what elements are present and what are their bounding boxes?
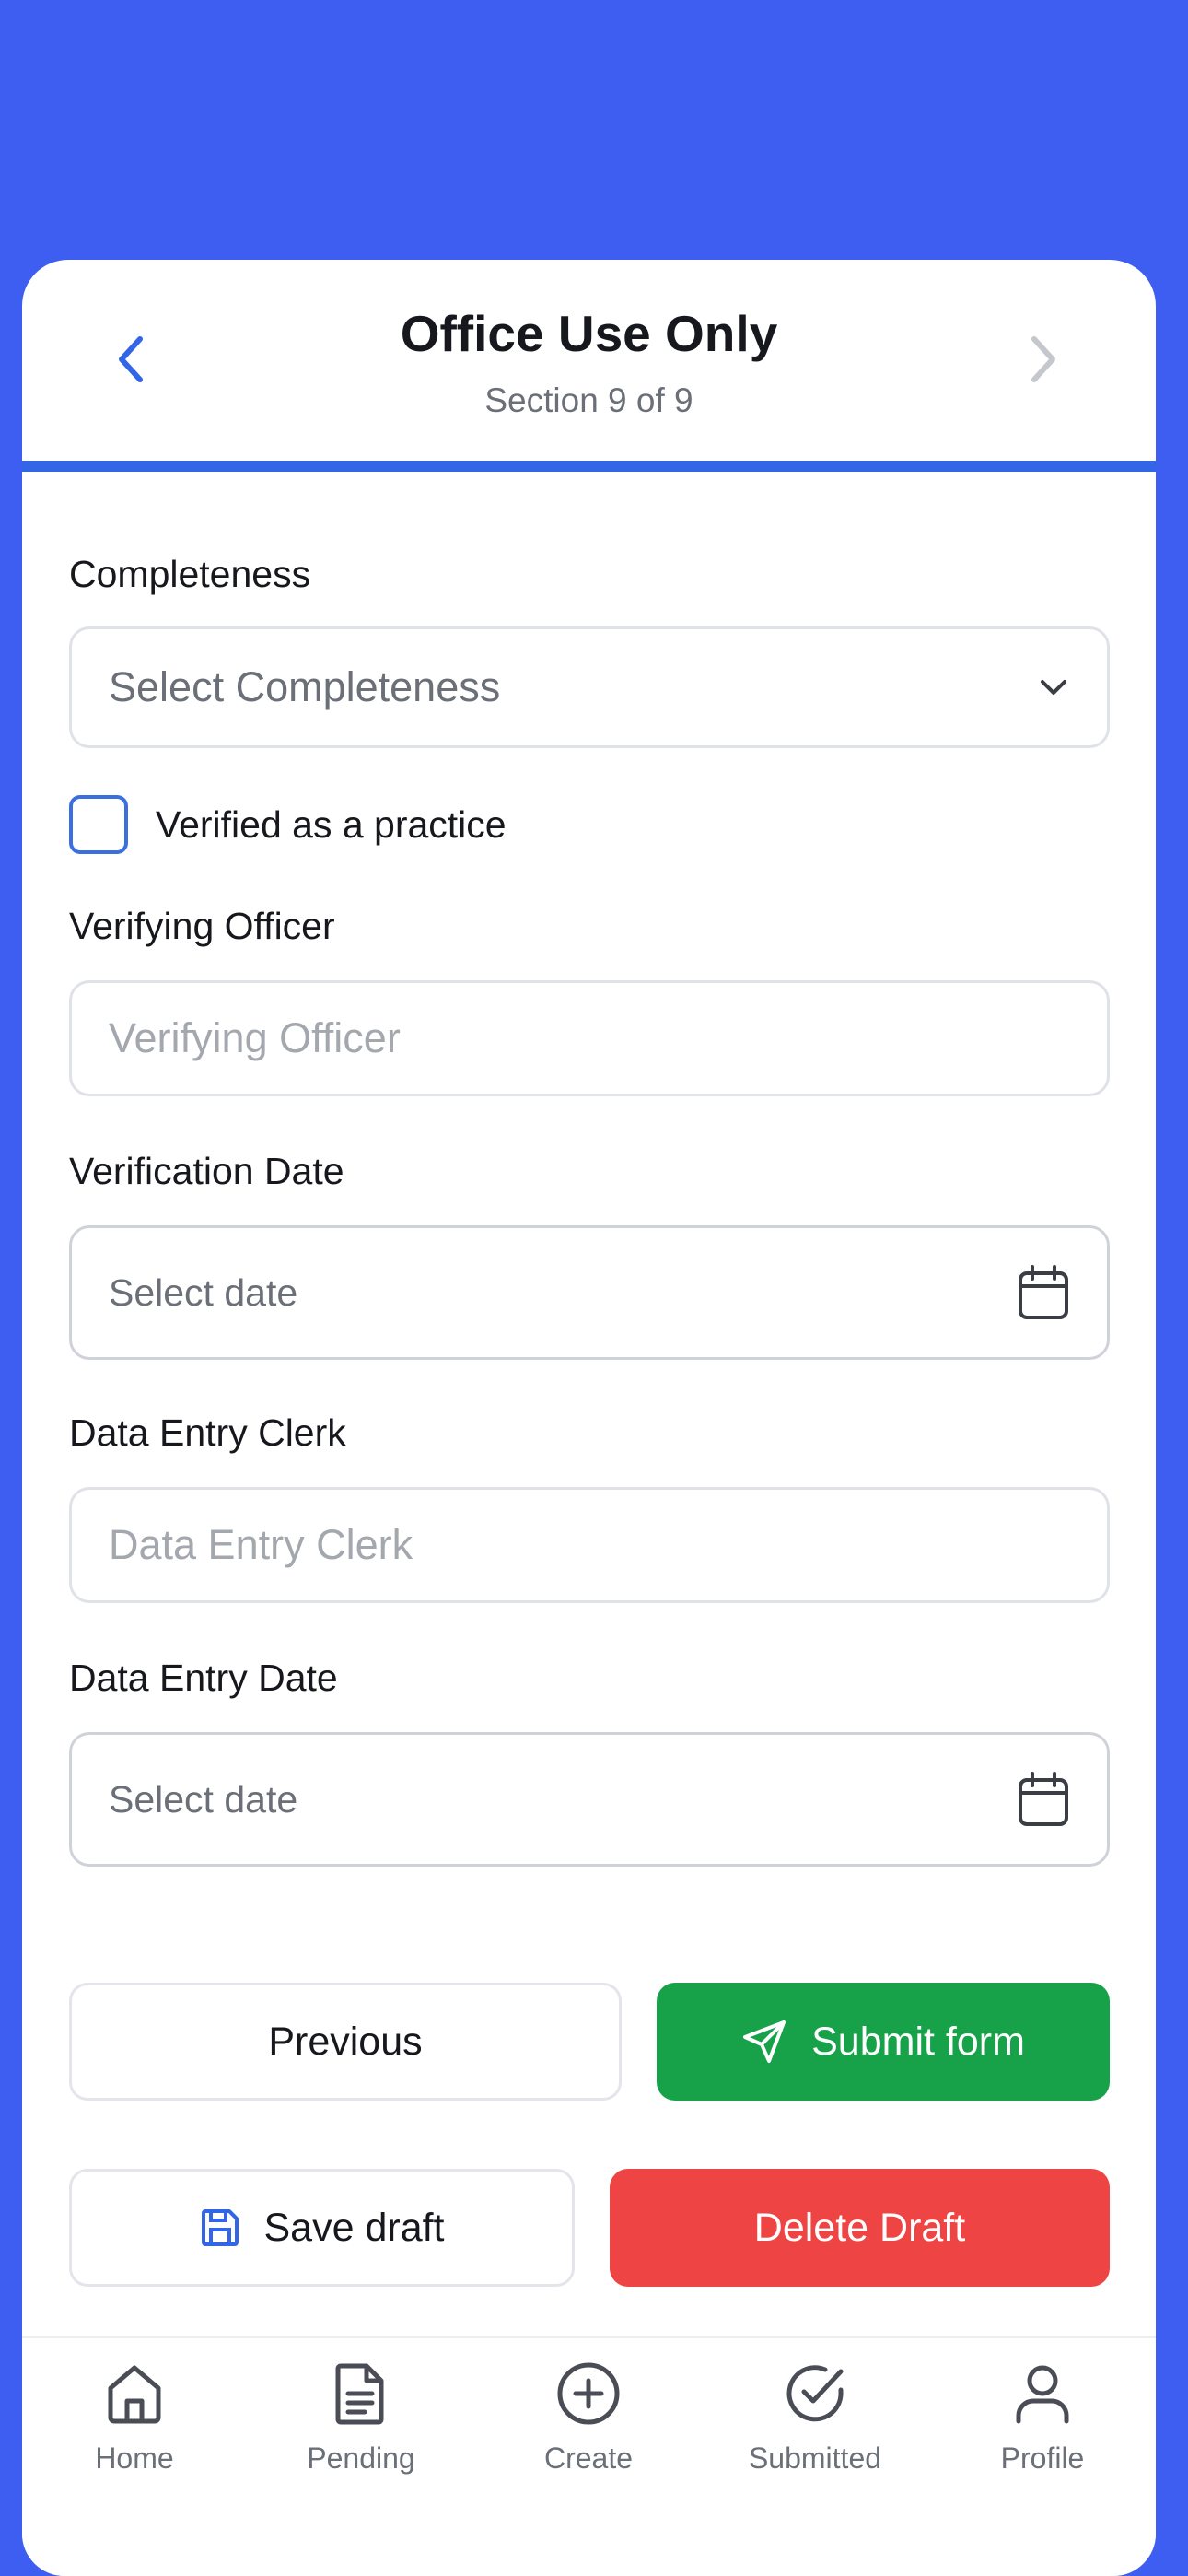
bottom-navigation: Home Pending Create Submitted Profile [22, 2336, 1156, 2576]
nav-label-home: Home [95, 2441, 174, 2475]
calendar-icon[interactable] [1017, 1771, 1070, 1828]
nav-label-pending: Pending [307, 2441, 415, 2475]
nav-label-create: Create [543, 2441, 634, 2475]
calendar-icon[interactable] [1017, 1264, 1070, 1321]
verified-checkbox[interactable] [69, 795, 128, 854]
section-progress-bar [22, 461, 1156, 472]
verification-date-picker[interactable]: Select date [69, 1225, 1110, 1360]
submit-form-button[interactable]: Submit form [657, 1983, 1110, 2101]
data-entry-date-placeholder: Select date [109, 1777, 298, 1821]
chevron-down-icon [1041, 680, 1066, 695]
nav-item-submitted[interactable]: Submitted [723, 2360, 907, 2476]
page-title: Office Use Only [400, 305, 778, 362]
nav-label-profile: Profile [1000, 2441, 1085, 2475]
previous-button-label: Previous [268, 2019, 423, 2064]
completeness-placeholder: Select Completeness [109, 663, 501, 710]
data-entry-date-picker[interactable]: Select date [69, 1732, 1110, 1867]
form-card: Office Use Only Section 9 of 9 Completen… [22, 260, 1156, 2576]
check-circle-icon [786, 2365, 844, 2422]
document-icon [335, 2363, 384, 2425]
verifying-officer-label: Verifying Officer [69, 905, 335, 947]
verification-date-placeholder: Select date [109, 1270, 298, 1314]
delete-draft-button[interactable]: Delete Draft [610, 2169, 1110, 2287]
verifying-officer-input[interactable]: Verifying Officer [69, 980, 1110, 1096]
nav-item-pending[interactable]: Pending [269, 2360, 453, 2476]
section-indicator: Section 9 of 9 [484, 381, 693, 419]
submit-form-label: Submit form [811, 2019, 1025, 2064]
previous-button[interactable]: Previous [69, 1983, 622, 2101]
delete-draft-label: Delete Draft [753, 2205, 966, 2250]
save-icon [201, 2209, 239, 2246]
data-entry-clerk-placeholder: Data Entry Clerk [109, 1521, 413, 1568]
completeness-label: Completeness [69, 553, 311, 595]
nav-item-home[interactable]: Home [42, 2360, 227, 2476]
nav-item-create[interactable]: Create [496, 2360, 681, 2476]
section-header: Office Use Only Section 9 of 9 [22, 260, 1156, 461]
verifying-officer-placeholder: Verifying Officer [109, 1014, 401, 1061]
forward-button[interactable] [1016, 332, 1071, 387]
verification-date-label: Verification Date [69, 1150, 344, 1192]
completeness-select[interactable]: Select Completeness [69, 626, 1110, 748]
verified-checkbox-row[interactable]: Verified as a practice [69, 794, 507, 855]
plus-circle-icon [557, 2362, 620, 2425]
user-icon [1016, 2365, 1069, 2424]
verified-checkbox-label: Verified as a practice [156, 802, 507, 846]
home-icon [108, 2365, 161, 2424]
chevron-right-icon [1031, 336, 1055, 382]
save-draft-label: Save draft [263, 2205, 445, 2250]
data-entry-clerk-label: Data Entry Clerk [69, 1411, 346, 1454]
data-entry-clerk-input[interactable]: Data Entry Clerk [69, 1487, 1110, 1603]
send-icon [743, 2020, 786, 2063]
data-entry-date-label: Data Entry Date [69, 1657, 338, 1699]
nav-label-submitted: Submitted [748, 2441, 882, 2475]
nav-item-profile[interactable]: Profile [950, 2360, 1135, 2476]
save-draft-button[interactable]: Save draft [69, 2169, 575, 2287]
